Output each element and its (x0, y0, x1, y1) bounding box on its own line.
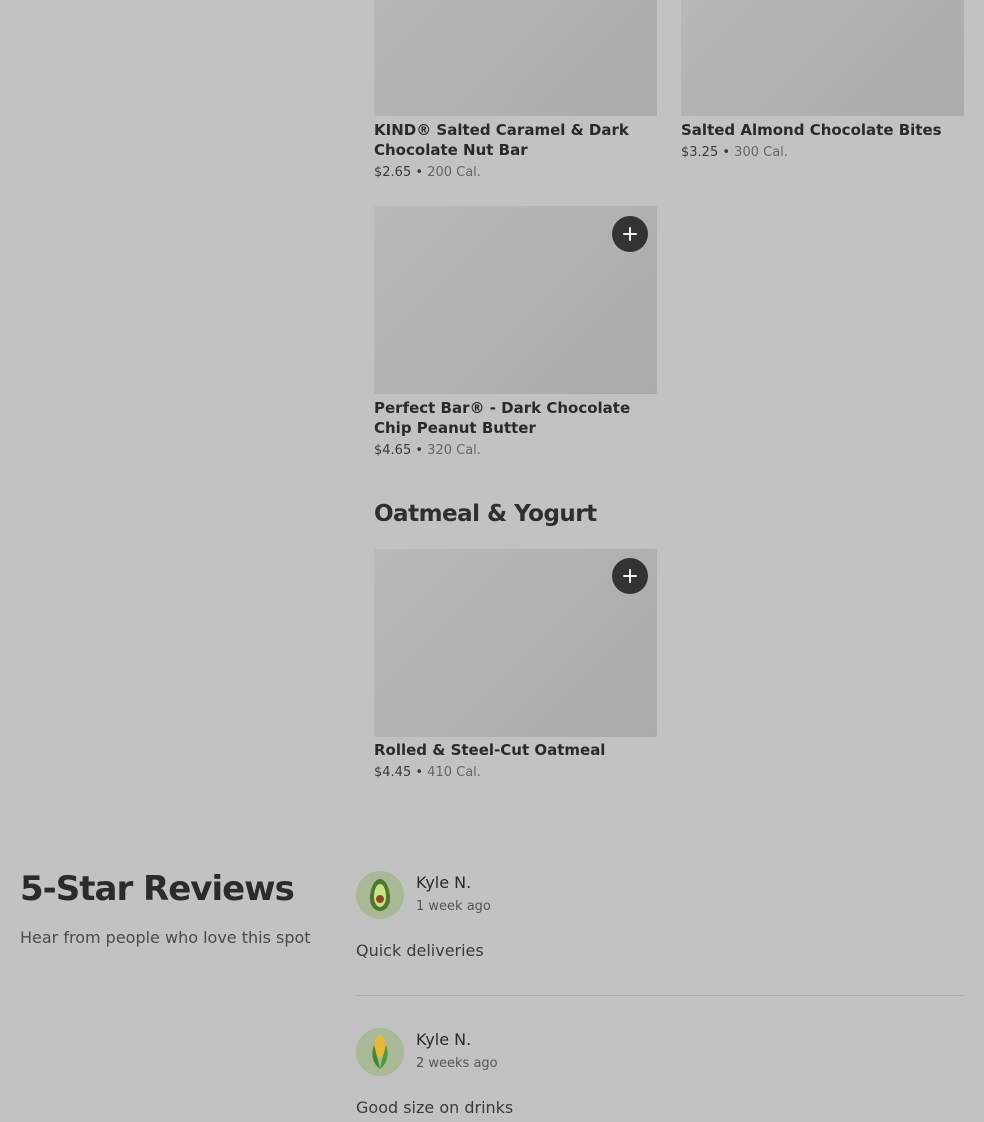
reviewer-name: Kyle N. (416, 1030, 472, 1049)
meta-separator: • (722, 145, 731, 160)
item-name-perfect-bar[interactable]: Perfect Bar® - Dark Chocolate Chip Peanu… (374, 398, 657, 438)
item-price: $4.65 (374, 443, 412, 458)
item-meta-kind-bar: $2.65 • 200 Cal. (374, 165, 481, 181)
item-name-kind-bar[interactable]: KIND® Salted Caramel & Dark Chocolate Nu… (374, 120, 657, 160)
plus-icon (623, 569, 637, 583)
item-meta-perfect-bar: $4.65 • 320 Cal. (374, 443, 481, 459)
review-time: 2 weeks ago (416, 1056, 498, 1071)
item-meta-oatmeal: $4.45 • 410 Cal. (374, 765, 481, 781)
section-title-oatmeal-yogurt: Oatmeal & Yogurt (374, 501, 597, 527)
avatar (356, 1028, 404, 1076)
item-name-almond-bites[interactable]: Salted Almond Chocolate Bites (681, 120, 964, 140)
item-name-oatmeal[interactable]: Rolled & Steel-Cut Oatmeal (374, 740, 657, 760)
item-calories: 300 Cal. (734, 145, 788, 160)
add-item-button[interactable] (612, 216, 648, 252)
divider (356, 995, 964, 996)
reviews-subtitle: Hear from people who love this spot (20, 928, 311, 947)
item-image-kind-bar[interactable] (374, 0, 657, 116)
item-calories: 200 Cal. (427, 165, 481, 180)
plus-icon (623, 227, 637, 241)
item-image-almond-bites[interactable] (681, 0, 964, 116)
meta-separator: • (415, 443, 424, 458)
review-text: Good size on drinks (356, 1098, 514, 1117)
reviewer-name: Kyle N. (416, 873, 472, 892)
corn-icon (372, 1035, 388, 1069)
avocado-icon (369, 879, 391, 911)
item-calories: 320 Cal. (427, 443, 481, 458)
review-time: 1 week ago (416, 899, 491, 914)
item-price: $3.25 (681, 145, 719, 160)
meta-separator: • (415, 765, 424, 780)
meta-separator: • (415, 165, 424, 180)
review-text: Quick deliveries (356, 941, 484, 960)
item-meta-almond-bites: $3.25 • 300 Cal. (681, 145, 788, 161)
item-price: $2.65 (374, 165, 412, 180)
reviews-title: 5-Star Reviews (20, 869, 295, 909)
add-item-button[interactable] (612, 558, 648, 594)
item-calories: 410 Cal. (427, 765, 481, 780)
item-price: $4.45 (374, 765, 412, 780)
avatar (356, 871, 404, 919)
